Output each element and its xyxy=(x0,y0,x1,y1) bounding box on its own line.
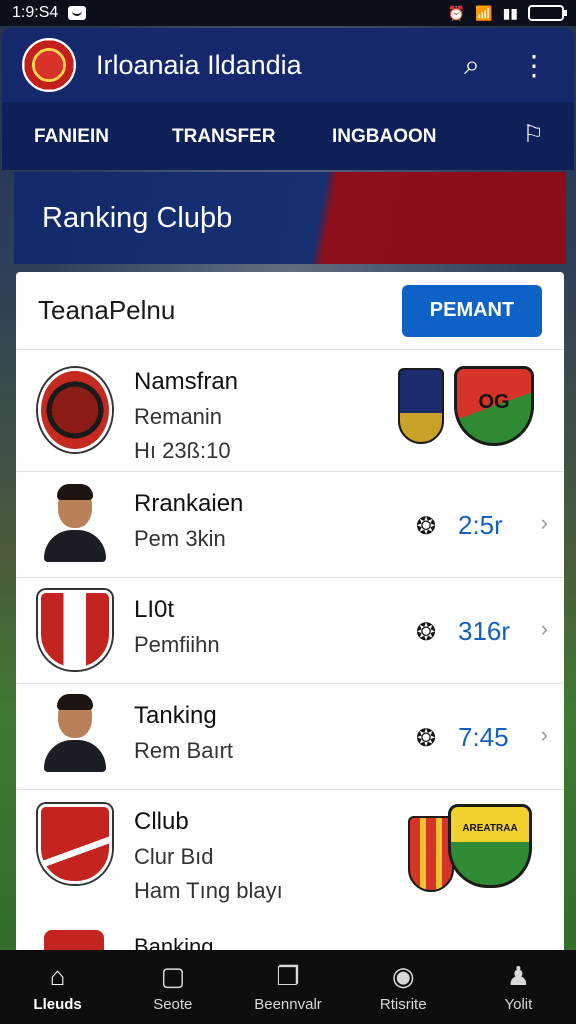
rank-value: 2:5r xyxy=(458,510,503,540)
tab-transfer[interactable]: TRANSFER xyxy=(172,126,275,148)
home-icon: ⌂ xyxy=(49,961,66,991)
club-crest-icon xyxy=(38,590,112,670)
shield-icon xyxy=(398,368,444,444)
rank-value: 316r xyxy=(458,616,511,646)
row-subtitle: Remanin xyxy=(134,404,223,429)
nav-item-yolit[interactable]: ♟ Yolit xyxy=(461,950,576,1024)
tablet-icon: ▢ xyxy=(160,961,186,991)
battery-icon xyxy=(528,5,567,21)
row-text: Cllub Clur Bıd Ham Tıng blayı xyxy=(134,808,283,904)
list-item[interactable]: Tanking Rem Baırt ❂ 7:45 › xyxy=(16,684,564,790)
list-item[interactable]: Cllub Clur Bıd Ham Tıng blayı AREATRAA xyxy=(16,790,564,918)
badge-text: AREATRAA xyxy=(462,823,518,834)
row-text: Tanking Rem Baırt xyxy=(134,702,233,764)
ranking-banner: Ranking Cluþb xyxy=(14,172,566,264)
status-time: 1:9:S4 xyxy=(12,4,59,21)
nav-label: Yolit xyxy=(504,996,533,1013)
nav-item-beennvalr[interactable]: ❐ Beennvalr xyxy=(230,950,345,1024)
search-icon[interactable]: ⌕ xyxy=(452,49,492,82)
rank-badge-icon: ❂ xyxy=(416,513,437,540)
avatar xyxy=(44,694,106,772)
club-crest-icon xyxy=(38,804,112,884)
alarm-icon: ⏰ xyxy=(447,4,466,21)
row-subtitle: Clur Bıd xyxy=(134,844,214,869)
club-badge-icon: AREATRAA xyxy=(448,804,532,888)
nav-label: Lleuds xyxy=(33,996,82,1013)
tab-bar: FANIEIN TRANSFER INGBAOON ⚐ xyxy=(2,102,574,170)
club-crest-icon xyxy=(38,368,112,452)
row-meta: Ham Tıng blayı xyxy=(134,878,283,903)
list-item[interactable]: LI0t Pemfiihn ❂ 316r › xyxy=(16,578,564,684)
row-subtitle: Pem 3kin xyxy=(134,526,226,551)
nav-item-rtisrite[interactable]: ◉ Rtisrite xyxy=(346,950,461,1024)
nav-item-seote[interactable]: ▢ Seote xyxy=(115,950,230,1024)
more-vert-icon[interactable]: ⋮ xyxy=(514,49,554,82)
tab-ingbaoon[interactable]: INGBAOON xyxy=(332,126,437,148)
row-title: Namsfran xyxy=(134,368,239,395)
nav-label: Seote xyxy=(153,996,193,1013)
list-item[interactable]: Rrankaien Pem 3kin ❂ 2:5r › xyxy=(16,472,564,578)
badge-text: OG xyxy=(478,391,510,413)
app-title: Irloanaia Ildandia xyxy=(96,49,302,80)
row-text: Rrankaien Pem 3kin xyxy=(134,490,243,552)
ticket-icon: ❐ xyxy=(276,961,300,991)
row-title: LI0t xyxy=(134,596,175,623)
chevron-right-icon[interactable]: › xyxy=(541,722,548,748)
row-subtitle: Rem Baırt xyxy=(134,738,234,763)
row-title: Tanking xyxy=(134,702,217,729)
ball-icon: ◉ xyxy=(391,961,415,991)
profile-icon[interactable]: ⚐ xyxy=(522,120,544,149)
rank-badge-icon: ❂ xyxy=(416,725,437,752)
card-header: TeanaPelnu PEMANT xyxy=(16,272,564,350)
avatar xyxy=(44,484,106,562)
chevron-right-icon[interactable]: › xyxy=(541,510,548,536)
user-icon: ♟ xyxy=(506,961,531,991)
row-text: LI0t Pemfiihn xyxy=(134,596,220,658)
row-text: Namsfran Remanin Hı 23ß:10 xyxy=(134,368,238,464)
signal-icon: ▮▮ xyxy=(502,4,518,21)
rank-value: 7:45 xyxy=(458,722,509,752)
row-subtitle: Pemfiihn xyxy=(134,632,220,657)
pemant-button[interactable]: PEMANT xyxy=(402,284,542,337)
tab-fanieiin[interactable]: FANIEIN xyxy=(34,126,109,148)
rank-badge-icon: ❂ xyxy=(416,619,437,646)
status-bar: 1:9:S4 ⏰ 📶 ▮▮ xyxy=(0,0,576,26)
club-logo-icon[interactable] xyxy=(22,38,76,92)
app-bar: Irloanaia Ildandia ⌕ ⋮ xyxy=(2,28,574,102)
nav-item-lleuds[interactable]: ⌂ Lleuds xyxy=(0,950,115,1024)
row-title: Rrankaien xyxy=(134,490,244,517)
bottom-nav: ⌂ Lleuds ▢ Seote ❐ Beennvalr ◉ Rtisrite … xyxy=(0,950,576,1024)
wifi-icon: 📶 xyxy=(475,4,493,21)
row-meta: Hı 23ß:10 xyxy=(134,438,231,463)
nav-label: Rtisrite xyxy=(379,996,427,1013)
nav-label: Beennvalr xyxy=(254,996,322,1013)
chevron-right-icon[interactable]: › xyxy=(541,616,548,642)
list-item[interactable]: Namsfran Remanin Hı 23ß:10 OG xyxy=(16,350,564,472)
ranking-card: TeanaPelnu PEMANT Namsfran Remanin Hı 23… xyxy=(16,272,564,952)
message-icon xyxy=(68,6,87,20)
club-badge-icon: OG xyxy=(454,366,534,446)
row-title: Cllub xyxy=(134,808,189,835)
banner-title: Ranking Cluþb xyxy=(42,201,233,234)
card-title: TeanaPelnu xyxy=(38,295,176,325)
